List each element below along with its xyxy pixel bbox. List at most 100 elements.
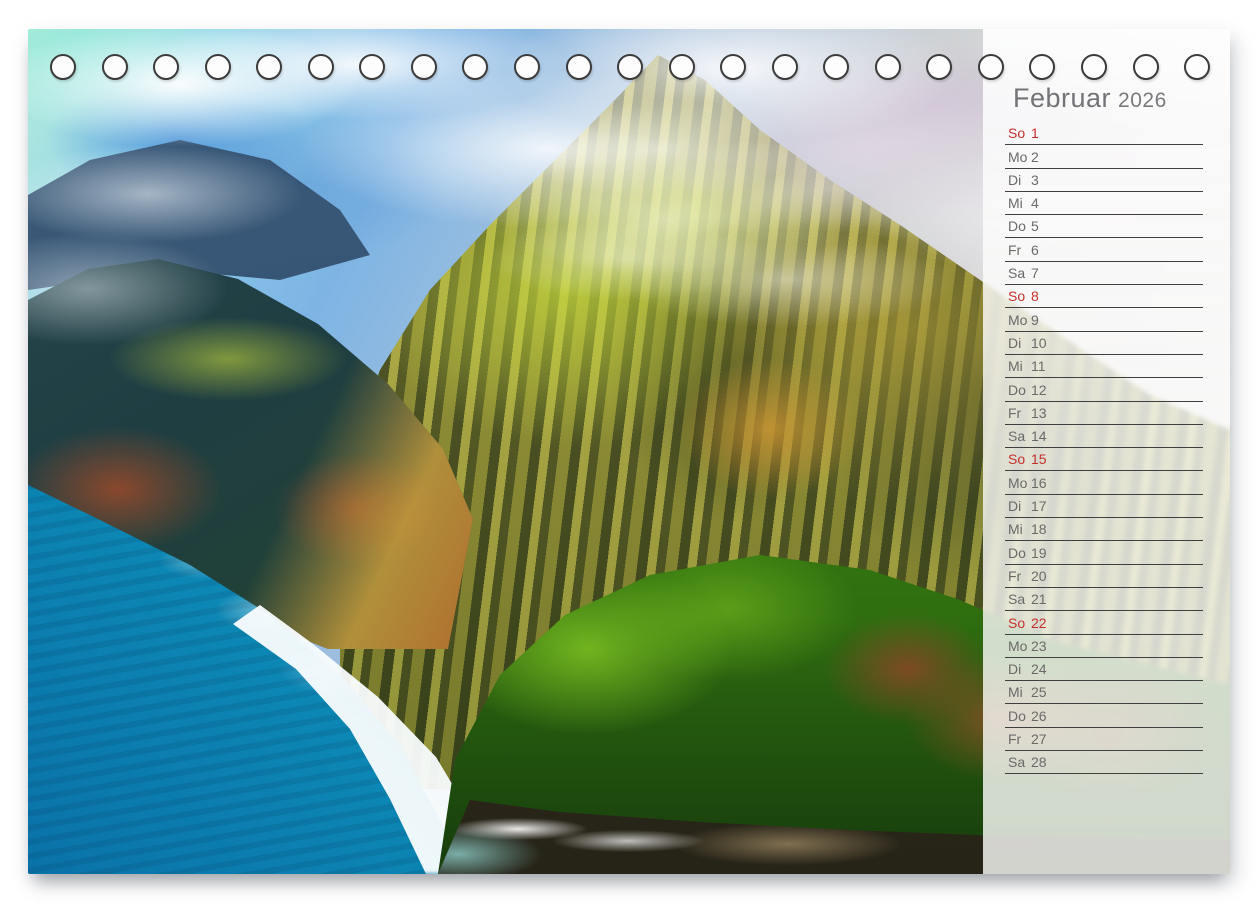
weekday-label: So [1008, 452, 1031, 467]
calendar-page: Februar2026 So1Mo2Di3Mi4Do5Fr6Sa7So8Mo9D… [28, 29, 1230, 874]
day-row: Mi25 [1005, 681, 1203, 704]
weekday-label: Mo [1008, 639, 1031, 654]
day-row: Sa7 [1005, 262, 1203, 285]
day-number: 23 [1031, 639, 1047, 654]
calendar-product-page: { "calendar": { "title": { "month": "Feb… [0, 0, 1260, 905]
day-number: 20 [1031, 569, 1047, 584]
weekday-label: Di [1008, 499, 1031, 514]
binder-ring [669, 54, 695, 80]
weekday-label: Do [1008, 219, 1031, 234]
day-row: Mo23 [1005, 635, 1203, 658]
day-row: So8 [1005, 285, 1203, 308]
weekday-label: Mo [1008, 150, 1031, 165]
day-number: 15 [1031, 452, 1047, 467]
day-row: Di10 [1005, 332, 1203, 355]
day-number: 7 [1031, 266, 1039, 281]
month-label: Februar [1013, 83, 1111, 113]
day-row: Di3 [1005, 169, 1203, 192]
binder-ring [514, 54, 540, 80]
binder-ring [1184, 54, 1210, 80]
day-row: Mi4 [1005, 192, 1203, 215]
day-row: So1 [1005, 122, 1203, 145]
binder-ring [875, 54, 901, 80]
day-number: 11 [1031, 359, 1046, 374]
weekday-label: Mi [1008, 359, 1031, 374]
binder-ring [102, 54, 128, 80]
day-row: Do19 [1005, 541, 1203, 564]
weekday-label: So [1008, 289, 1031, 304]
weekday-label: Mo [1008, 313, 1031, 328]
calendar-title: Februar 2026 [1013, 85, 1167, 112]
day-number: 10 [1031, 336, 1047, 351]
binder-ring [978, 54, 1004, 80]
day-number: 18 [1031, 522, 1047, 537]
weekday-label: So [1008, 616, 1031, 631]
day-row: Sa14 [1005, 425, 1203, 448]
binder-ring [411, 54, 437, 80]
day-row: Di24 [1005, 658, 1203, 681]
weekday-label: Fr [1008, 732, 1031, 747]
weekday-label: Mi [1008, 522, 1031, 537]
weekday-label: Di [1008, 173, 1031, 188]
day-number: 13 [1031, 406, 1047, 421]
weekday-label: Sa [1008, 592, 1031, 607]
day-row: Sa28 [1005, 751, 1203, 774]
day-number: 9 [1031, 313, 1039, 328]
day-row: Fr20 [1005, 565, 1203, 588]
day-number: 4 [1031, 196, 1039, 211]
day-number: 5 [1031, 219, 1039, 234]
weekday-label: Do [1008, 546, 1031, 561]
day-number: 24 [1031, 662, 1047, 677]
day-row: Mi18 [1005, 518, 1203, 541]
weekday-label: Di [1008, 662, 1031, 677]
weekday-label: Do [1008, 383, 1031, 398]
day-row: Mi11 [1005, 355, 1203, 378]
day-row: Mo16 [1005, 471, 1203, 494]
weekday-label: Sa [1008, 429, 1031, 444]
day-number: 27 [1031, 732, 1047, 747]
day-number: 12 [1031, 383, 1047, 398]
day-number: 2 [1031, 150, 1039, 165]
binder-ring [1081, 54, 1107, 80]
binder-ring [153, 54, 179, 80]
weekday-label: Di [1008, 336, 1031, 351]
day-number: 16 [1031, 476, 1047, 491]
day-number: 19 [1031, 546, 1047, 561]
day-row: Do26 [1005, 704, 1203, 727]
weekday-label: Fr [1008, 243, 1031, 258]
binder-ring [772, 54, 798, 80]
day-number: 6 [1031, 243, 1039, 258]
binder-ring [256, 54, 282, 80]
day-row: Do12 [1005, 378, 1203, 401]
binder-ring [617, 54, 643, 80]
day-row: Mo2 [1005, 145, 1203, 168]
day-number: 25 [1031, 685, 1047, 700]
weekday-label: Fr [1008, 569, 1031, 584]
day-number: 17 [1031, 499, 1047, 514]
day-row: Do5 [1005, 215, 1203, 238]
year-label: 2026 [1118, 89, 1167, 112]
day-row: Fr13 [1005, 402, 1203, 425]
binder-ring [308, 54, 334, 80]
day-number: 14 [1031, 429, 1047, 444]
weekday-label: So [1008, 126, 1031, 141]
day-number: 3 [1031, 173, 1039, 188]
day-row: So15 [1005, 448, 1203, 471]
day-row: Sa21 [1005, 588, 1203, 611]
day-number: 22 [1031, 616, 1047, 631]
day-row: Mo9 [1005, 308, 1203, 331]
day-row: Di17 [1005, 495, 1203, 518]
day-number: 21 [1031, 592, 1047, 607]
day-row: Fr27 [1005, 728, 1203, 751]
weekday-label: Mi [1008, 685, 1031, 700]
weekday-label: Mo [1008, 476, 1031, 491]
weekday-label: Mi [1008, 196, 1031, 211]
weekday-label: Do [1008, 709, 1031, 724]
weekday-label: Sa [1008, 755, 1031, 770]
day-row: Fr6 [1005, 238, 1203, 261]
binder-ring [1133, 54, 1159, 80]
weekday-label: Sa [1008, 266, 1031, 281]
day-number: 1 [1031, 126, 1039, 141]
day-number: 28 [1031, 755, 1047, 770]
day-list: So1Mo2Di3Mi4Do5Fr6Sa7So8Mo9Di10Mi11Do12F… [1005, 122, 1203, 774]
